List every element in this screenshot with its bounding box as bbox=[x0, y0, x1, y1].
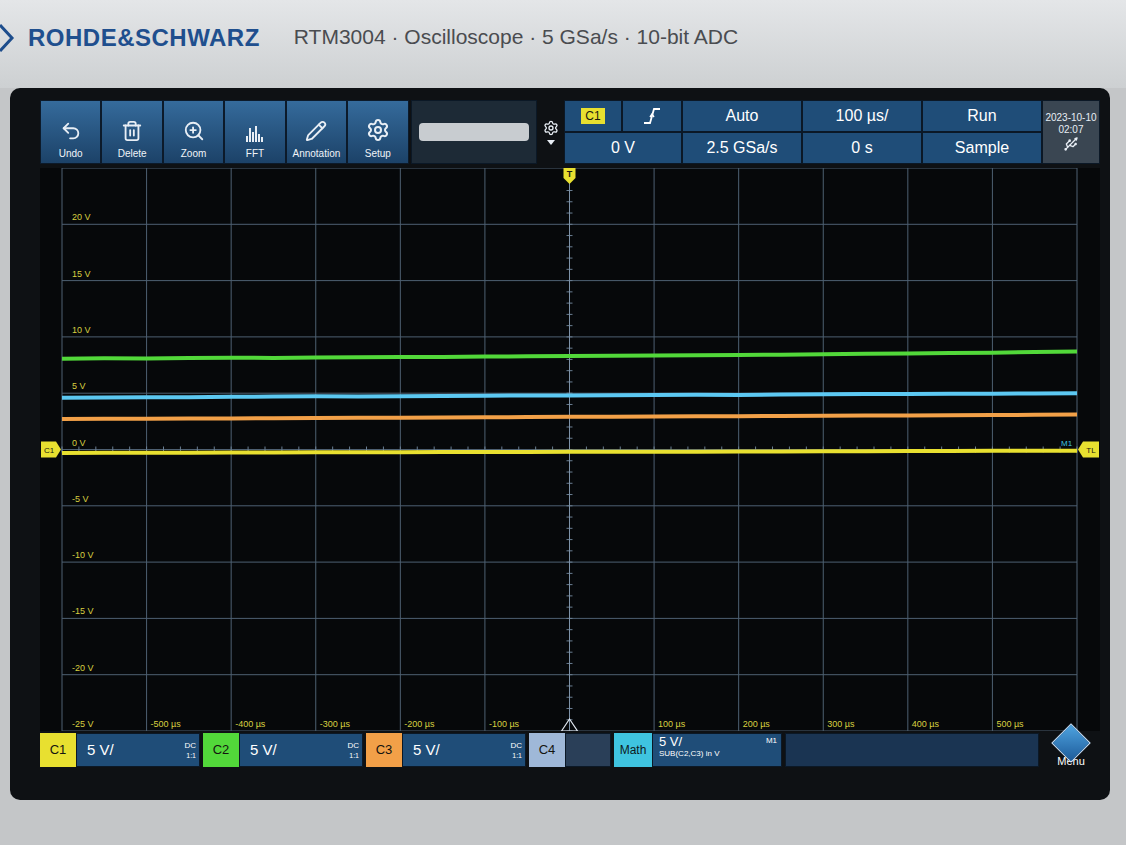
math-scale: 5 V/ bbox=[659, 734, 719, 749]
pencil-icon bbox=[305, 120, 327, 142]
clock: 2023-10-1002:07 bbox=[1042, 100, 1100, 164]
trigger-mode[interactable]: Auto bbox=[682, 100, 802, 132]
waveform-plot[interactable]: 20 V 15 V 10 V 5 V 0 V -5 V -10 V -15 V -20 V -25… bbox=[40, 168, 1100, 731]
trace bbox=[62, 393, 1077, 398]
x-tick-label: 200 µs bbox=[743, 719, 771, 729]
x-tick-label: 100 µs bbox=[658, 719, 686, 729]
x-tick-label: 300 µs bbox=[827, 719, 855, 729]
y-tick-label: 5 V bbox=[72, 381, 86, 391]
toolbar-button[interactable]: Delete bbox=[101, 100, 162, 164]
math-id: M1 bbox=[766, 734, 777, 748]
trigger-level[interactable]: 0 V bbox=[564, 132, 682, 164]
time-reference-marker bbox=[562, 719, 578, 731]
channel-box[interactable]: C2 5 V/DC1:1 bbox=[203, 733, 363, 767]
model-label: RTM3004 · Oscilloscope · 5 GSa/s · 10-bi… bbox=[294, 20, 738, 53]
channel-label: C4 bbox=[529, 733, 565, 767]
trigger-source[interactable]: C1 bbox=[564, 100, 622, 132]
x-tick-label: -500 µs bbox=[151, 719, 182, 729]
x-tick-label: -400 µs bbox=[235, 719, 266, 729]
channel-label: C1 bbox=[40, 733, 76, 767]
trigger-level-marker[interactable]: TL bbox=[1078, 442, 1099, 458]
run-state[interactable]: Run bbox=[922, 100, 1042, 132]
toolbar-settings[interactable] bbox=[537, 100, 564, 164]
x-tick-label: -200 µs bbox=[404, 719, 435, 729]
channel-coupling: DC bbox=[510, 741, 522, 751]
channel-label: C2 bbox=[203, 733, 239, 767]
x-tick-label: -100 µs bbox=[489, 719, 520, 729]
sample-rate[interactable]: 2.5 GSa/s bbox=[682, 132, 802, 164]
channel-label: C3 bbox=[366, 733, 402, 767]
svg-text:TL: TL bbox=[1086, 446, 1096, 455]
channel-bar: C15 V/DC1:1C25 V/DC1:1C35 V/DC1:1C4Math5… bbox=[40, 733, 1100, 767]
toolbar-button[interactable]: Zoom bbox=[163, 100, 224, 164]
channel-offset-marker[interactable]: C1 bbox=[41, 442, 61, 458]
rising-edge-icon bbox=[643, 106, 661, 126]
acquisition-mode[interactable]: Sample bbox=[922, 132, 1042, 164]
y-tick-label: 10 V bbox=[72, 325, 91, 335]
y-tick-label: -20 V bbox=[72, 663, 94, 673]
x-tick-label: 500 µs bbox=[996, 719, 1024, 729]
usb-icon bbox=[1063, 136, 1079, 152]
toolbar-button-label: Annotation bbox=[292, 148, 340, 160]
toolbar-button-label: FFT bbox=[246, 148, 264, 160]
toolbar-button[interactable]: FFT bbox=[224, 100, 285, 164]
toolbar-button[interactable]: Undo bbox=[40, 100, 101, 164]
channel-box[interactable]: C3 5 V/DC1:1 bbox=[366, 733, 526, 767]
y-tick-label: -5 V bbox=[72, 494, 89, 504]
trigger-slope[interactable] bbox=[622, 100, 682, 132]
channel-ratio: 1:1 bbox=[186, 751, 196, 760]
math-label: Math bbox=[614, 733, 652, 767]
small-gear-icon bbox=[543, 120, 559, 136]
math-box[interactable]: Math 5 V/SUB(C2,C3) in V M1 bbox=[614, 733, 782, 767]
channel-scale: 5 V/ bbox=[87, 739, 184, 762]
front-panel-header: ROHDE&SCHWARZ RTM3004 · Oscilloscope · 5 … bbox=[0, 0, 1126, 88]
trace bbox=[62, 352, 1077, 359]
brand-logo-icon bbox=[0, 23, 24, 53]
math-expression: SUB(C2,C3) in V bbox=[659, 749, 719, 759]
zoom-icon bbox=[183, 120, 205, 142]
toolbar: Undo Delete Zoom FFT Annotation Setup C10 VAut… bbox=[40, 100, 1100, 166]
oscilloscope-photo: ROHDE&SCHWARZ RTM3004 · Oscilloscope · 5 … bbox=[0, 0, 1126, 845]
channel-box[interactable]: C1 5 V/DC1:1 bbox=[40, 733, 200, 767]
math-marker: M1 bbox=[1061, 439, 1073, 448]
channel-scale: 5 V/ bbox=[250, 739, 347, 762]
y-tick-label: -15 V bbox=[72, 606, 94, 616]
timebase[interactable]: 100 µs/ bbox=[802, 100, 922, 132]
toolbar-button-label: Zoom bbox=[181, 148, 207, 160]
y-tick-label: 15 V bbox=[72, 269, 91, 279]
channel-coupling: DC bbox=[184, 741, 196, 751]
toolbar-button-label: Delete bbox=[118, 148, 147, 160]
fft-icon bbox=[244, 122, 266, 142]
toolbar-button-label: Undo bbox=[59, 148, 83, 160]
toolbar-button[interactable]: Setup bbox=[347, 100, 408, 164]
trigger-position-marker[interactable]: T bbox=[564, 168, 576, 184]
x-tick-label: -300 µs bbox=[320, 719, 351, 729]
toolbar-button[interactable]: Annotation bbox=[286, 100, 347, 164]
trace bbox=[62, 415, 1077, 420]
channel-ratio: 1:1 bbox=[349, 751, 359, 760]
channel-coupling: DC bbox=[347, 741, 359, 751]
y-tick-label: 0 V bbox=[72, 438, 86, 448]
y-tick-label: -25 V bbox=[72, 719, 94, 729]
screen-frame: UndoDeleteZoomFFTAnnotationSetupC10 VAut… bbox=[10, 88, 1110, 800]
y-tick-label: 20 V bbox=[72, 212, 91, 222]
channel-ratio: 1:1 bbox=[512, 751, 522, 760]
svg-text:T: T bbox=[567, 169, 573, 179]
svg-text:C1: C1 bbox=[44, 446, 55, 455]
channel-box[interactable]: C4 bbox=[529, 733, 611, 767]
time-position[interactable]: 0 s bbox=[802, 132, 922, 164]
toolbar-blank-button[interactable] bbox=[411, 100, 538, 164]
menu-logo-icon bbox=[1051, 723, 1091, 763]
channel-scale: 5 V/ bbox=[413, 739, 510, 762]
trash-icon bbox=[121, 120, 143, 142]
trigger-panel: C10 VAuto2.5 GSa/s100 µs/0 sRunSample202… bbox=[564, 100, 1100, 164]
brand-name: ROHDE&SCHWARZ bbox=[28, 20, 260, 56]
undo-icon bbox=[60, 120, 82, 142]
gear-icon bbox=[366, 118, 390, 142]
toolbar-button-label: Setup bbox=[365, 148, 391, 160]
y-tick-label: -10 V bbox=[72, 550, 94, 560]
x-tick-label: 400 µs bbox=[912, 719, 940, 729]
menu-button[interactable]: Menu bbox=[1042, 729, 1100, 771]
trace bbox=[62, 451, 1077, 453]
